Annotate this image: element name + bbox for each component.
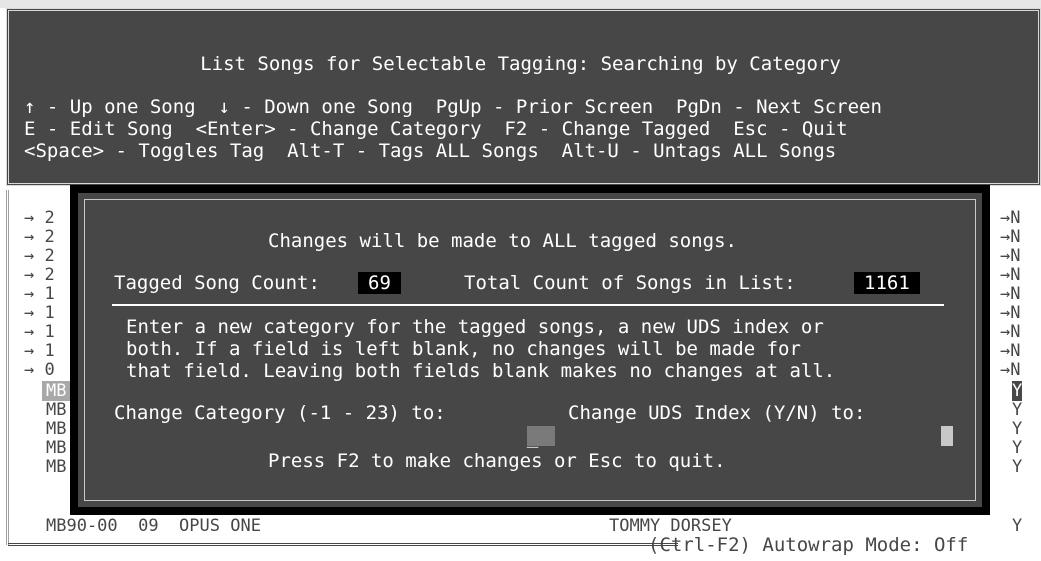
dialog-divider bbox=[112, 304, 944, 306]
dialog-footer: Press F2 to make changes or Esc to quit. bbox=[268, 450, 726, 472]
list-row-left[interactable]: → 0 bbox=[24, 360, 55, 380]
list-row-flag: →N bbox=[1000, 360, 1021, 380]
list-row-flag: →N bbox=[1000, 322, 1021, 342]
category-input[interactable]: _ bbox=[526, 425, 555, 448]
tag-flag[interactable]: Y bbox=[1012, 419, 1022, 439]
help-line-tagging: <Space> - Toggles Tag Alt-T - Tags ALL S… bbox=[24, 140, 837, 162]
total-count-label: Total Count of Songs in List: bbox=[464, 272, 796, 294]
dialog-heading: Changes will be made to ALL tagged songs… bbox=[268, 230, 737, 252]
list-row-left[interactable]: → 1 bbox=[24, 322, 55, 342]
uds-index-input[interactable] bbox=[940, 425, 953, 446]
tag-flag[interactable]: Y bbox=[1012, 516, 1022, 536]
tagged-count-value: 69 bbox=[358, 272, 401, 294]
list-row-code[interactable]: MB bbox=[46, 419, 66, 439]
tag-flag[interactable]: Y bbox=[1012, 400, 1022, 420]
help-line-navigation: ↑ - Up one Song ↓ - Down one Song PgUp -… bbox=[24, 96, 882, 118]
tagged-count-label: Tagged Song Count: bbox=[114, 272, 320, 294]
list-row-left[interactable]: → 2 bbox=[24, 265, 55, 285]
tag-flag[interactable]: Y bbox=[1012, 438, 1022, 458]
list-row-flag: →N bbox=[1000, 303, 1021, 323]
dialog-instruction-line: that field. Leaving both fields blank ma… bbox=[126, 360, 836, 382]
list-row-flag: →N bbox=[1000, 265, 1021, 285]
list-row-code[interactable]: MB bbox=[46, 457, 66, 477]
list-row-last-title[interactable]: MB90-00 09 OPUS ONE bbox=[46, 516, 261, 536]
category-label: Change Category (-1 - 23) to: bbox=[114, 402, 446, 424]
list-row-code[interactable]: MB bbox=[46, 438, 66, 458]
tag-flag-selected[interactable]: Y bbox=[1012, 381, 1023, 401]
bottom-divider bbox=[8, 543, 678, 546]
list-row-left[interactable]: → 1 bbox=[24, 303, 55, 323]
list-row-flag: →N bbox=[1000, 227, 1021, 247]
dialog-instruction-line: Enter a new category for the tagged song… bbox=[126, 316, 824, 338]
list-row-left[interactable]: → 2 bbox=[24, 208, 55, 228]
list-row-selected[interactable]: MB bbox=[42, 381, 71, 401]
list-row-flag: →N bbox=[1000, 208, 1021, 228]
list-row-code[interactable]: MB bbox=[46, 400, 66, 420]
autowrap-status: (Ctrl-F2) Autowrap Mode: Off bbox=[648, 534, 969, 556]
list-row-left[interactable]: → 2 bbox=[24, 246, 55, 266]
top-strip bbox=[0, 0, 1041, 8]
tag-flag[interactable]: Y bbox=[1012, 457, 1022, 477]
help-line-edit: E - Edit Song <Enter> - Change Category … bbox=[24, 118, 848, 140]
dialog-instruction-line: both. If a field is left blank, no chang… bbox=[126, 338, 801, 360]
list-row-flag: →N bbox=[1000, 341, 1021, 361]
list-row-flag: →N bbox=[1000, 246, 1021, 266]
list-row-flag: →N bbox=[1000, 284, 1021, 304]
uds-index-label: Change UDS Index (Y/N) to: bbox=[568, 402, 866, 424]
list-row-last-artist: TOMMY DORSEY bbox=[609, 516, 732, 536]
page-title: List Songs for Selectable Tagging: Searc… bbox=[200, 53, 841, 75]
list-row-left[interactable]: → 1 bbox=[24, 341, 55, 361]
list-row-left[interactable]: → 1 bbox=[24, 284, 55, 304]
list-row-left[interactable]: → 2 bbox=[24, 227, 55, 247]
total-count-value: 1161 bbox=[854, 272, 920, 294]
